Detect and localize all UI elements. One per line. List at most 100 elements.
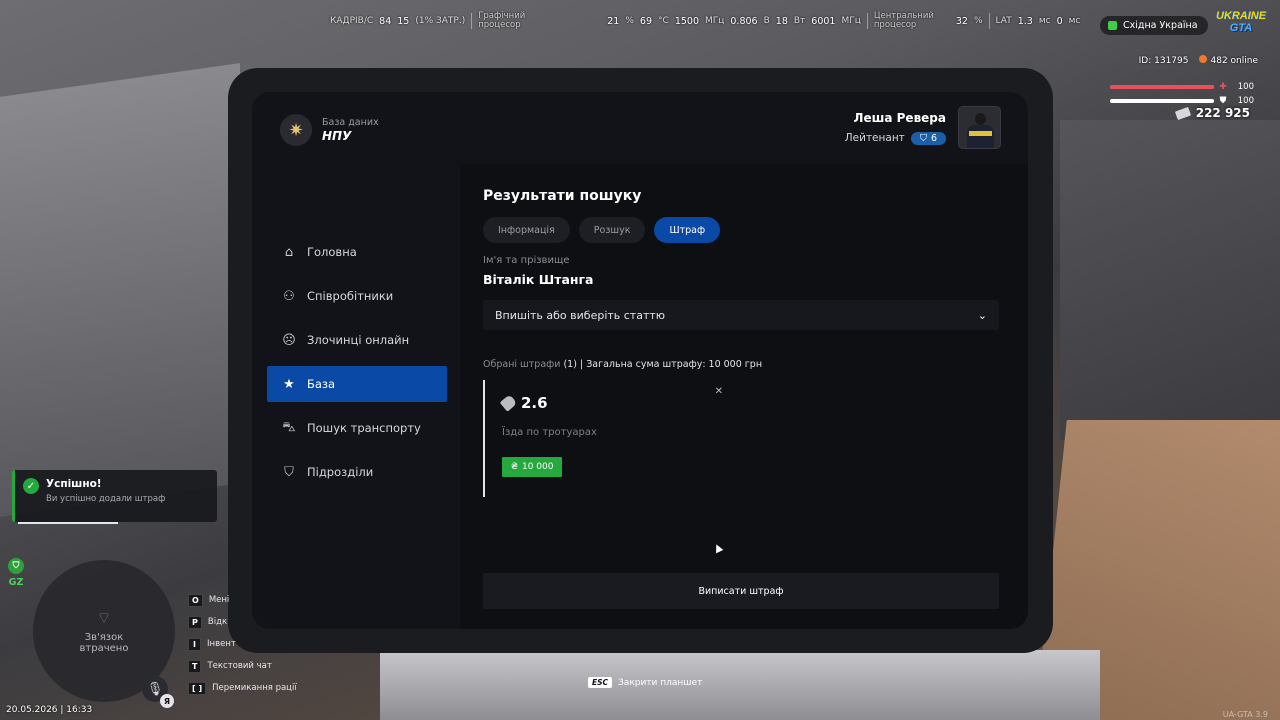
gpu-mem: 6001 [811,15,836,27]
tab-bar: Інформація Розшук Штраф [483,217,999,243]
officer-name: Леша Ревера [853,110,946,125]
money-value: 222 925 [1195,106,1250,120]
hryvnia-icon: ₴ [511,462,518,472]
armor-bar [1110,99,1214,103]
suspect-name: Віталік Штанга [483,272,594,287]
article-select[interactable]: Впишіть або виберіть статтю ⌄ [483,300,999,330]
tab-wanted[interactable]: Розшук [578,217,646,243]
officer-rank-row: Лейтенант ⛉ 6 [844,131,946,145]
sidebar-item-home[interactable]: ⌂ Головна [267,234,447,270]
cash-icon [1174,106,1191,120]
tablet-screen: ✷ База даних НПУ ⌂ Головна ⚇ Співробітни… [252,92,1028,629]
star-icon: ★ [283,376,295,392]
sidebar-item-criminals[interactable]: ☹ Злочинці онлайн [267,322,447,358]
sidebar-item-vehicle-search[interactable]: ⛍ Пошук транспорту [267,410,447,446]
version-label: UA-GTA 3.9 [1222,710,1268,719]
armor-value: 100 [1237,96,1254,106]
green-zone-indicator: ⛉ GZ [8,558,24,588]
key-hint: O Мені [188,589,297,611]
article-select-placeholder: Впишіть або виберіть статтю [495,308,666,322]
officer-profile: Леша Ревера Лейтенант ⛉ 6 [845,106,1001,149]
chevron-down-icon: ⌄ [977,308,987,322]
notification-text: Ви успішно додали штраф [46,494,166,504]
voice-badge: Я [160,694,174,708]
gpu-clock: 1500 [674,15,699,27]
mask-icon: ☹ [282,332,296,348]
health-row: ✚ 100 [1110,80,1260,94]
fines-summary: Обрані штрафи (1) | Загальна сума штрафу… [483,359,763,370]
cpu-label: Центральний процесор [873,11,934,30]
key-hint: P Відк [188,611,297,633]
sidebar-item-employees[interactable]: ⚇ Співробітники [267,278,447,314]
money-display: 222 925 [1174,106,1250,120]
success-notification: ✓ Успішно! Ви успішно додали штраф [12,470,217,524]
lat-label: LAT [995,16,1012,26]
fine-amount-badge: ₴ 10 000 [502,457,563,477]
shield-icon: ⛉ [8,558,24,574]
key-hint: [ ] Перемикання рації [188,677,297,699]
cpu-load: 32 [955,15,968,27]
npu-brand: ✷ База даних НПУ [280,114,379,146]
gpu-load: 21 [607,15,620,27]
rank-level-badge: ⛉ 6 [910,131,946,145]
tag-icon [499,394,518,412]
notification-timer [18,522,118,524]
gpu-power: 18 [775,15,788,27]
gpu-volt: 0.806 [730,15,758,27]
divider [866,13,868,29]
no-signal-icon: ⌔ [96,608,112,627]
health-icon: ✚ [1219,82,1227,92]
gpu-temp: 69 [639,15,653,27]
key-hint: I Інвент [188,633,297,655]
health-value: 100 [1237,82,1254,92]
sidebar-nav: ⌂ Головна ⚇ Співробітники ☹ Злочинці онл… [267,234,447,498]
key-hint: T Текстовий чат [188,655,297,677]
lat-value-2: 0 [1056,15,1063,27]
key-hints: O Мені P Відк I Інвент T Текстовий чат [ ] Пе… [188,589,297,699]
armor-icon: ⛊ [1219,96,1227,106]
region-icon [1108,21,1117,30]
close-tablet-label: Закрити планшет [618,677,703,688]
tab-information[interactable]: Інформація [483,217,570,243]
fine-card: ✕ 2.6 Їзда по тротуарах ₴ 10 000 [483,380,735,497]
gpu-label: Графічний процесор [478,11,526,30]
fps-low-note: (1% ЗАТР.) [415,16,466,26]
performance-overlay: КАДРІВ/С 84 15 (1% ЗАТР.) Графічний проце… [330,11,1081,30]
car-icon: ⛍ [282,419,296,435]
player-info: ID: 131795 482 online [1139,55,1258,66]
online-count: 482 online [1198,55,1258,66]
scene-wall-right [1060,120,1280,440]
signal-status-2: втрачено [79,643,129,654]
health-bar [1110,85,1214,89]
region-name: Східна Україна [1123,20,1198,31]
sidebar-item-database[interactable]: ★ База [267,366,447,402]
remove-fine-close-icon[interactable]: ✕ [715,386,723,397]
page-title: Результати пошуку [483,188,642,204]
date-time: 20.05.2026 | 16:33 [6,705,93,715]
player-id: ID: 131795 [1138,55,1189,66]
divider [471,13,473,29]
lat-value-1: 1.3 [1017,15,1033,27]
esc-key: ESC [588,677,613,688]
shield-icon: ⛉ [919,132,927,144]
notification-title: Успішно! [46,478,102,490]
home-icon: ⌂ [284,244,294,260]
status-bars: ✚ 100 ⛊ 100 [1110,80,1260,108]
online-icon [1198,55,1207,63]
scene-bottom [380,650,1100,720]
scene-wall-left [0,63,240,517]
users-icon: ⚇ [283,288,295,304]
tab-fine[interactable]: Штраф [654,217,721,243]
brand-subtitle: База даних [322,117,379,128]
fps-low-value: 15 [397,15,410,27]
main-panel: Результати пошуку Інформація Розшук Штра… [460,164,1028,629]
fine-article: 2.6 [499,394,735,412]
divider [988,13,990,29]
signal-status-1: Зв'язок [84,632,124,643]
fps-label: КАДРІВ/С [330,16,374,26]
sidebar-item-units[interactable]: ⛉ Підрозділи [267,454,447,490]
issue-fine-button[interactable]: Виписати штраф [483,573,999,609]
server-logo: UKRAINE GTA [1215,10,1267,34]
fps-value: 84 [379,15,392,27]
officer-rank: Лейтенант [844,132,905,144]
